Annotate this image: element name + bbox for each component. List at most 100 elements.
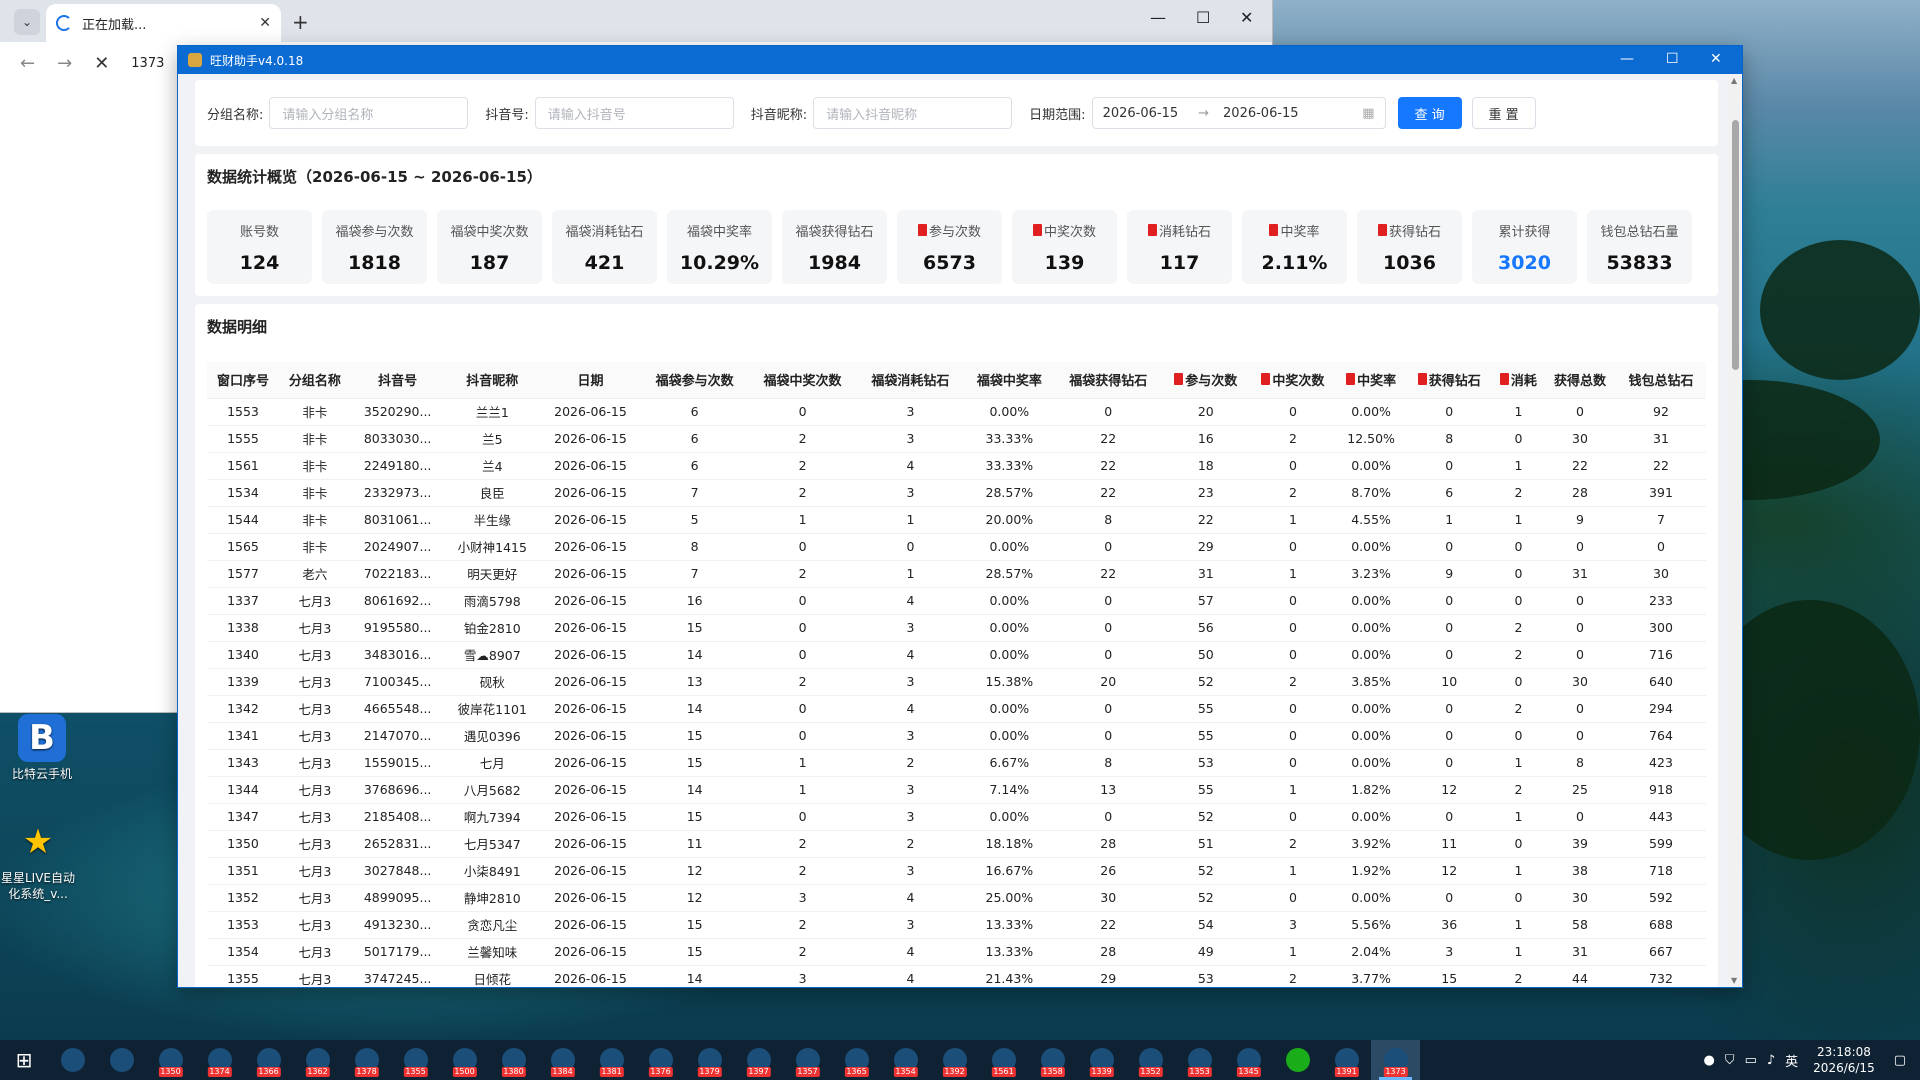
- table-row[interactable]: 1351 七月3 3027848... 小柒8491 2026-06-15 12 2 3 16.…: [207, 857, 1706, 885]
- forward-icon[interactable]: →: [57, 53, 72, 74]
- table-row[interactable]: 1555 非卡 8033030... 兰5 2026-06-15 6 2 3 33.33% 22 1…: [207, 425, 1706, 453]
- table-row[interactable]: 1565 非卡 2024907... 小财神1415 2026-06-15 8 0 0 0.00…: [207, 533, 1706, 561]
- taskbar-app-button[interactable]: 1378: [342, 1040, 391, 1080]
- wechat-tray-icon[interactable]: ●: [1703, 1053, 1714, 1068]
- table-row[interactable]: 1354 七月3 5017179... 兰馨知味 2026-06-15 15 2 4 13.33…: [207, 938, 1706, 966]
- notification-icon[interactable]: ▢: [1894, 1053, 1906, 1068]
- taskbar-app-button[interactable]: 1392: [930, 1040, 979, 1080]
- address-bar[interactable]: 1373: [131, 56, 164, 71]
- taskbar-app-button[interactable]: 1397: [734, 1040, 783, 1080]
- vertical-scrollbar[interactable]: ▲ ▼: [1728, 74, 1742, 987]
- table-row[interactable]: 1544 非卡 8031061... 半生缘 2026-06-15 5 1 1 20.00% 8 2…: [207, 506, 1706, 534]
- douyin-id-input[interactable]: 请输入抖音号: [534, 97, 734, 129]
- table-row[interactable]: 1340 七月3 3483016... 雪☁8907 2026-06-15 14 0 4 0.0…: [207, 641, 1706, 669]
- column-header[interactable]: 窗口序号: [207, 362, 279, 399]
- table-row[interactable]: 1534 非卡 2332973... 良臣 2026-06-15 7 2 3 28.57% 22 2…: [207, 479, 1706, 507]
- desktop-icon-star-live[interactable]: ★ 星星LIVE自动化系统_v...: [0, 818, 80, 902]
- date-range-picker[interactable]: 2026-06-15 → 2026-06-15 ▦: [1091, 97, 1386, 129]
- shield-icon[interactable]: ⛉: [1725, 1053, 1735, 1068]
- table-row[interactable]: 1355 七月3 3747245... 日倾花 2026-06-15 14 3 4 21.43%…: [207, 965, 1706, 987]
- taskbar-app-button[interactable]: [48, 1040, 97, 1080]
- scroll-down-icon[interactable]: ▼: [1731, 976, 1737, 985]
- browser-tab[interactable]: 正在加载... ✕: [46, 4, 281, 42]
- taskbar-app-button[interactable]: [97, 1040, 146, 1080]
- column-header[interactable]: 消耗: [1492, 362, 1545, 399]
- windows-start-button[interactable]: ⊞: [0, 1040, 48, 1080]
- table-row[interactable]: 1337 七月3 8061692... 雨滴5798 2026-06-15 16 0 4 0.0…: [207, 587, 1706, 615]
- column-header[interactable]: 获得钻石: [1405, 362, 1493, 399]
- table-row[interactable]: 1339 七月3 7100345... 砚秋 2026-06-15 13 2 3 15.38% 2…: [207, 668, 1706, 696]
- close-icon[interactable]: ✕: [259, 15, 271, 31]
- taskbar-app-button[interactable]: 1355: [391, 1040, 440, 1080]
- taskbar-app-button[interactable]: 1350: [146, 1040, 195, 1080]
- table-row[interactable]: 1352 七月3 4899095... 静坤2810 2026-06-15 12 3 4 25.…: [207, 884, 1706, 912]
- network-icon[interactable]: ▭: [1745, 1053, 1757, 1068]
- column-header[interactable]: 福袋获得钻石: [1054, 362, 1163, 399]
- taskbar-app-button[interactable]: [1273, 1040, 1322, 1080]
- close-window-button[interactable]: ✕: [1240, 8, 1253, 27]
- taskbar-app-button[interactable]: 1376: [636, 1040, 685, 1080]
- column-header[interactable]: 分组名称: [278, 362, 351, 399]
- column-header[interactable]: 中奖率: [1336, 362, 1406, 399]
- taskbar-app-button[interactable]: 1353: [1175, 1040, 1224, 1080]
- table-row[interactable]: 1338 七月3 9195580... 铂金2810 2026-06-15 15 0 3 0.0…: [207, 614, 1706, 642]
- minimize-button[interactable]: —: [1620, 51, 1634, 67]
- taskbar-app-button[interactable]: 1365: [832, 1040, 881, 1080]
- group-name-input[interactable]: 请输入分组名称: [269, 97, 469, 129]
- table-row[interactable]: 1344 七月3 3768696... 八月5682 2026-06-15 14 1 3 7.1…: [207, 776, 1706, 804]
- column-header[interactable]: 福袋中奖率: [964, 362, 1055, 399]
- scrollbar-thumb[interactable]: [1732, 120, 1739, 370]
- close-window-button[interactable]: ✕: [1710, 51, 1722, 67]
- desktop-icon-bite-cloud-phone[interactable]: B 比特云手机: [0, 714, 84, 782]
- taskbar-app-button[interactable]: 1379: [685, 1040, 734, 1080]
- back-icon[interactable]: ←: [20, 53, 35, 74]
- table-row[interactable]: 1561 非卡 2249180... 兰4 2026-06-15 6 2 4 33.33% 22 1…: [207, 452, 1706, 480]
- table-row[interactable]: 1553 非卡 3520290... 兰兰1 2026-06-15 6 0 3 0.00% 0 20…: [207, 398, 1706, 426]
- column-header[interactable]: 参与次数: [1162, 362, 1250, 399]
- column-header[interactable]: 福袋消耗钻石: [856, 362, 965, 399]
- taskbar-app-button[interactable]: 1357: [783, 1040, 832, 1080]
- column-header[interactable]: 抖音号: [350, 362, 445, 399]
- date-start[interactable]: 2026-06-15: [1103, 106, 1179, 121]
- taskbar-app-button[interactable]: 1345: [1224, 1040, 1273, 1080]
- clock[interactable]: 23:18:08 2026/6/15: [1813, 1044, 1875, 1076]
- ime-indicator[interactable]: 英: [1785, 1051, 1798, 1070]
- taskbar-app-button[interactable]: 1373: [1371, 1040, 1420, 1080]
- taskbar-app-button[interactable]: 1380: [489, 1040, 538, 1080]
- column-header[interactable]: 获得总数: [1544, 362, 1616, 399]
- table-row[interactable]: 1350 七月3 2652831... 七月5347 2026-06-15 11 2 2 18.…: [207, 830, 1706, 858]
- table-row[interactable]: 1342 七月3 4665548... 彼岸花1101 2026-06-15 14 0 4 0.…: [207, 695, 1706, 723]
- stop-loading-icon[interactable]: ✕: [94, 53, 109, 74]
- reset-button[interactable]: 重 置: [1471, 97, 1536, 129]
- maximize-button[interactable]: ☐: [1666, 51, 1679, 67]
- column-header[interactable]: 日期: [540, 362, 641, 399]
- taskbar-app-button[interactable]: 1352: [1126, 1040, 1175, 1080]
- taskbar-app-button[interactable]: 1374: [195, 1040, 244, 1080]
- column-header[interactable]: 福袋参与次数: [640, 362, 749, 399]
- taskbar-app-button[interactable]: 1561: [979, 1040, 1028, 1080]
- calendar-icon[interactable]: ▦: [1362, 106, 1374, 121]
- column-header[interactable]: 福袋中奖次数: [748, 362, 857, 399]
- taskbar-app-button[interactable]: 1354: [881, 1040, 930, 1080]
- column-header[interactable]: 中奖次数: [1249, 362, 1337, 399]
- column-header[interactable]: 抖音昵称: [444, 362, 541, 399]
- table-row[interactable]: 1577 老六 7022183... 明天更好 2026-06-15 7 2 1 28.57% 2…: [207, 560, 1706, 588]
- taskbar-app-button[interactable]: 1391: [1322, 1040, 1371, 1080]
- taskbar-app-button[interactable]: 1384: [538, 1040, 587, 1080]
- taskbar-app-button[interactable]: 1358: [1028, 1040, 1077, 1080]
- query-button[interactable]: 查 询: [1397, 97, 1462, 129]
- table-row[interactable]: 1341 七月3 2147070... 遇见0396 2026-06-15 15 0 3 0.0…: [207, 722, 1706, 750]
- table-row[interactable]: 1343 七月3 1559015... 七月 2026-06-15 15 1 2 6.67% 8 5…: [207, 749, 1706, 777]
- tab-search-button[interactable]: ⌄: [14, 9, 40, 35]
- table-row[interactable]: 1347 七月3 2185408... 啊九7394 2026-06-15 15 0 3 0.0…: [207, 803, 1706, 831]
- column-header[interactable]: 钱包总钻石: [1615, 362, 1706, 399]
- taskbar-app-button[interactable]: 1500: [440, 1040, 489, 1080]
- nickname-input[interactable]: 请输入抖音昵称: [813, 97, 1013, 129]
- minimize-button[interactable]: —: [1150, 8, 1166, 27]
- date-end[interactable]: 2026-06-15: [1223, 106, 1299, 121]
- taskbar-app-button[interactable]: 1362: [293, 1040, 342, 1080]
- taskbar-app-button[interactable]: 1366: [244, 1040, 293, 1080]
- new-tab-button[interactable]: +: [292, 10, 309, 34]
- maximize-button[interactable]: ☐: [1196, 8, 1210, 27]
- scroll-up-icon[interactable]: ▲: [1731, 76, 1737, 85]
